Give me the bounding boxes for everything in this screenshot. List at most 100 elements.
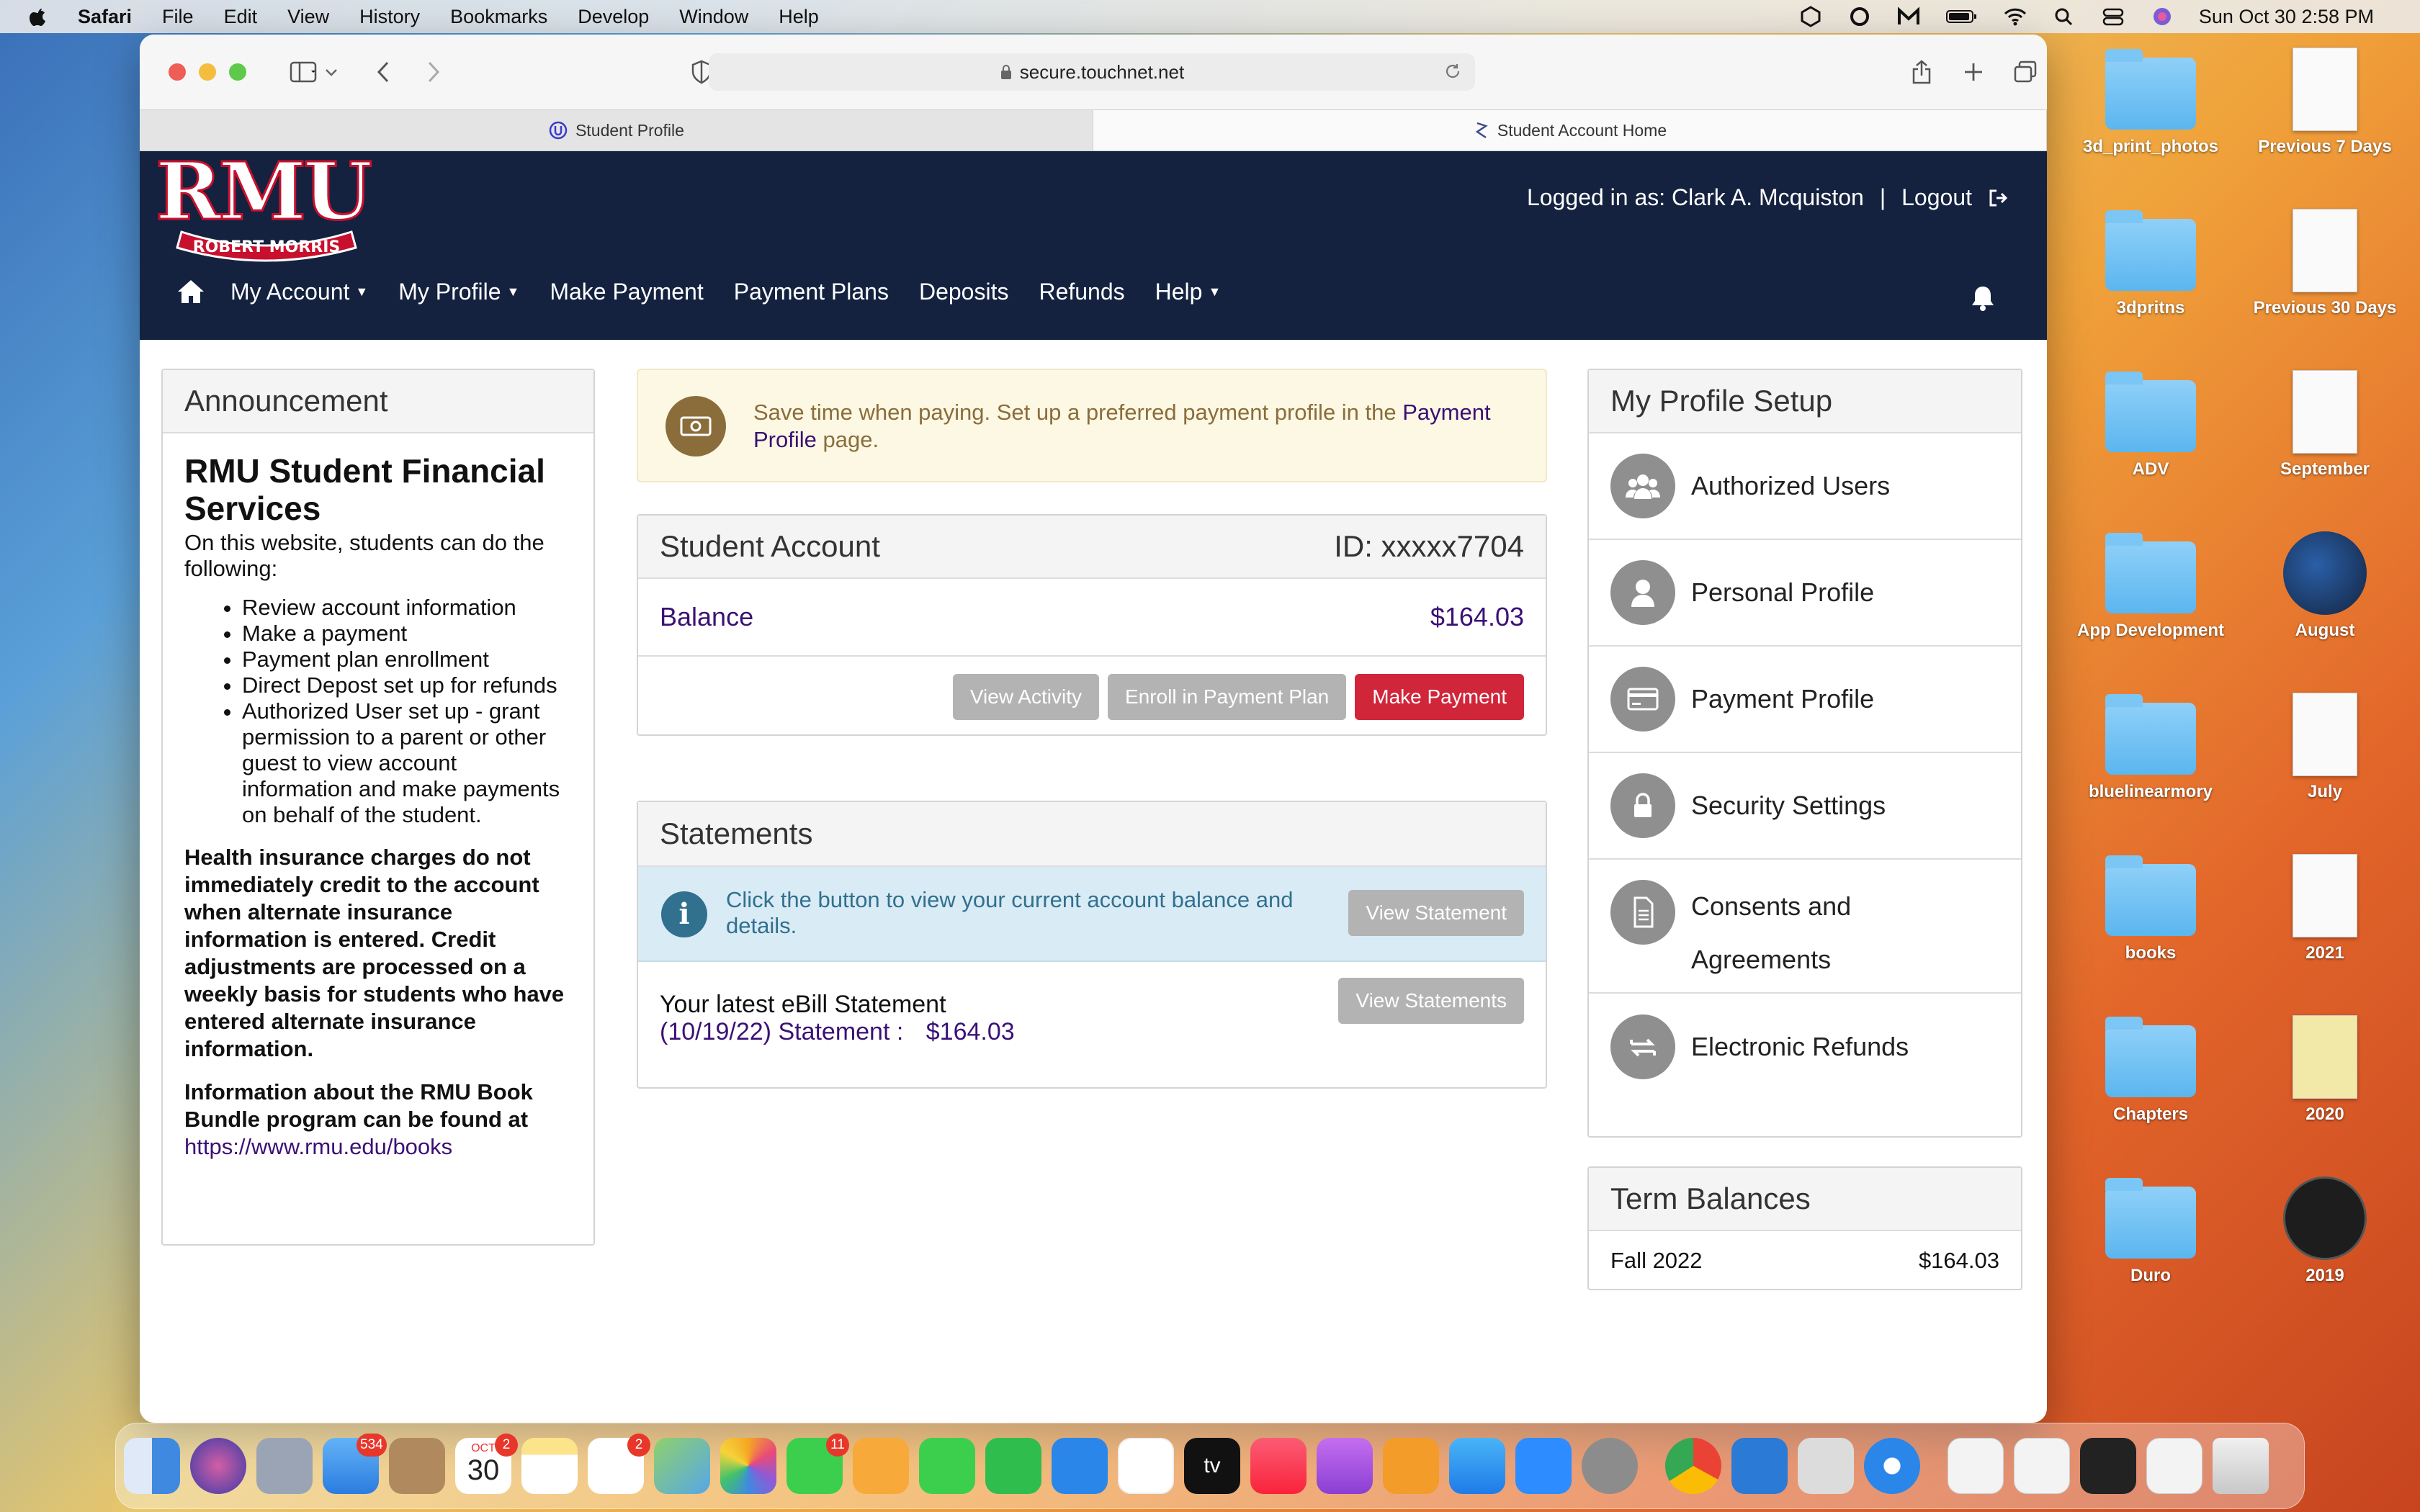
creative-cloud-icon[interactable] — [1847, 6, 1872, 27]
back-icon[interactable] — [367, 58, 399, 86]
contacts-icon[interactable] — [389, 1438, 445, 1494]
personal-profile-link[interactable]: Personal Profile — [1589, 540, 2021, 647]
menu-edit[interactable]: Edit — [224, 6, 258, 28]
spotlight-search-icon[interactable] — [2052, 6, 2076, 27]
tab-student-profile[interactable]: Student Profile — [140, 110, 1093, 150]
menu-file[interactable]: File — [162, 6, 194, 28]
photos-icon[interactable] — [720, 1438, 776, 1494]
chevron-down-icon[interactable] — [323, 58, 340, 86]
menu-help[interactable]: Help — [779, 6, 819, 28]
keynote-icon[interactable] — [1052, 1438, 1108, 1494]
notification-bell-icon[interactable] — [1969, 284, 1996, 312]
desktop-file[interactable]: September — [2246, 370, 2404, 480]
desktop-file[interactable]: August — [2246, 531, 2404, 641]
control-center-icon[interactable] — [2101, 6, 2125, 27]
chrome-icon[interactable] — [1665, 1438, 1721, 1494]
zoom-window-button[interactable] — [229, 63, 246, 81]
desktop-file[interactable]: 2020 — [2246, 1015, 2404, 1125]
book-bundle-link[interactable]: https://www.rmu.edu/books — [184, 1134, 452, 1159]
vscode-icon[interactable] — [1731, 1438, 1788, 1494]
app-store-icon[interactable] — [1449, 1438, 1505, 1494]
view-activity-button[interactable]: View Activity — [952, 674, 1099, 720]
share-icon[interactable] — [1906, 58, 1937, 86]
view-statement-button[interactable]: View Statement — [1348, 890, 1524, 936]
numbers-icon[interactable] — [985, 1438, 1041, 1494]
tab-student-account-home[interactable]: Student Account Home — [1093, 110, 2047, 150]
trash-icon[interactable] — [2213, 1438, 2269, 1494]
wifi-icon[interactable] — [2003, 6, 2027, 27]
safari-icon[interactable] — [1864, 1438, 1920, 1494]
nav-deposits[interactable]: Deposits — [919, 279, 1009, 305]
nav-refunds[interactable]: Refunds — [1039, 279, 1124, 305]
menu-view[interactable]: View — [287, 6, 329, 28]
desktop-folder[interactable]: 3dpritns — [2071, 210, 2230, 318]
desktop-file[interactable]: July — [2246, 693, 2404, 802]
menu-bookmarks[interactable]: Bookmarks — [450, 6, 547, 28]
recent-document-icon[interactable] — [1948, 1438, 2004, 1494]
podcasts-icon[interactable] — [1317, 1438, 1373, 1494]
siri-icon[interactable] — [190, 1438, 246, 1494]
finder-icon[interactable] — [124, 1438, 180, 1494]
nav-payment-plans[interactable]: Payment Plans — [734, 279, 889, 305]
apple-tv-icon[interactable]: tv — [1184, 1438, 1240, 1494]
desktop-folder[interactable]: Chapters — [2071, 1017, 2230, 1125]
nav-my-profile[interactable]: My Profile ▼ — [398, 279, 519, 305]
nav-my-account[interactable]: My Account ▼ — [230, 279, 368, 305]
reload-icon[interactable] — [1443, 62, 1462, 81]
unity-status-icon[interactable] — [1798, 6, 1823, 27]
notes-icon[interactable] — [521, 1438, 578, 1494]
desktop-folder[interactable]: App Development — [2071, 533, 2230, 641]
consents-agreements-link[interactable]: Consents and Agreements — [1589, 860, 2021, 994]
logout-icon[interactable] — [1988, 188, 2009, 208]
new-tab-icon[interactable] — [1958, 58, 1989, 86]
rmu-logo[interactable]: RMU ROBERT MORRIS — [143, 151, 383, 265]
menu-develop[interactable]: Develop — [578, 6, 649, 28]
recent-document-icon[interactable] — [2146, 1438, 2202, 1494]
desktop-file[interactable]: 2019 — [2246, 1176, 2404, 1286]
unity-hub-icon[interactable] — [1798, 1438, 1854, 1494]
news-icon[interactable] — [1118, 1438, 1174, 1494]
pages-pen-icon[interactable] — [853, 1438, 909, 1494]
desktop-file[interactable]: Previous 30 Days — [2246, 209, 2404, 318]
recent-screenshot-icon[interactable] — [2080, 1438, 2136, 1494]
maps-icon[interactable] — [654, 1438, 710, 1494]
menu-window[interactable]: Window — [679, 6, 748, 28]
home-link[interactable] — [176, 278, 206, 305]
zoom-icon[interactable] — [1515, 1438, 1572, 1494]
sidebar-toggle-icon[interactable] — [288, 58, 320, 86]
facetime-icon[interactable] — [919, 1438, 975, 1494]
desktop-file[interactable]: 2021 — [2246, 854, 2404, 963]
address-bar[interactable]: secure.touchnet.net — [709, 53, 1475, 91]
electronic-refunds-link[interactable]: Electronic Refunds — [1589, 994, 2021, 1100]
battery-icon[interactable] — [1945, 6, 1978, 27]
recent-document-icon[interactable] — [2014, 1438, 2070, 1494]
menu-app-name[interactable]: Safari — [78, 6, 132, 28]
desktop-folder[interactable]: bluelinearmory — [2071, 694, 2230, 802]
balance-label[interactable]: Balance — [660, 602, 753, 632]
malwarebytes-icon[interactable] — [1896, 6, 1921, 27]
forward-icon[interactable] — [418, 58, 449, 86]
books-icon[interactable] — [1383, 1438, 1439, 1494]
authorized-users-link[interactable]: Authorized Users — [1589, 433, 2021, 540]
tab-overview-icon[interactable] — [2009, 58, 2041, 86]
desktop-folder[interactable]: ADV — [2071, 372, 2230, 480]
menu-history[interactable]: History — [359, 6, 420, 28]
enroll-payment-plan-button[interactable]: Enroll in Payment Plan — [1107, 674, 1347, 720]
desktop-folder[interactable]: books — [2071, 855, 2230, 963]
view-statements-button[interactable]: View Statements — [1338, 978, 1524, 1024]
music-icon[interactable] — [1250, 1438, 1307, 1494]
desktop-folder[interactable]: 3d_print_photos — [2071, 49, 2230, 157]
nav-help[interactable]: Help ▼ — [1155, 279, 1222, 305]
security-settings-link[interactable]: Security Settings — [1589, 753, 2021, 860]
launchpad-icon[interactable] — [256, 1438, 313, 1494]
nav-make-payment[interactable]: Make Payment — [550, 279, 703, 305]
desktop-folder[interactable]: Duro — [2071, 1178, 2230, 1286]
make-payment-button[interactable]: Make Payment — [1355, 674, 1524, 720]
siri-icon[interactable] — [2150, 6, 2174, 27]
desktop-file[interactable]: Previous 7 Days — [2246, 48, 2404, 157]
apple-menu-icon[interactable] — [27, 6, 49, 27]
close-window-button[interactable] — [169, 63, 186, 81]
menubar-clock[interactable]: Sun Oct 30 2:58 PM — [2199, 6, 2374, 28]
logout-link[interactable]: Logout — [1901, 184, 1972, 211]
minimize-window-button[interactable] — [199, 63, 216, 81]
